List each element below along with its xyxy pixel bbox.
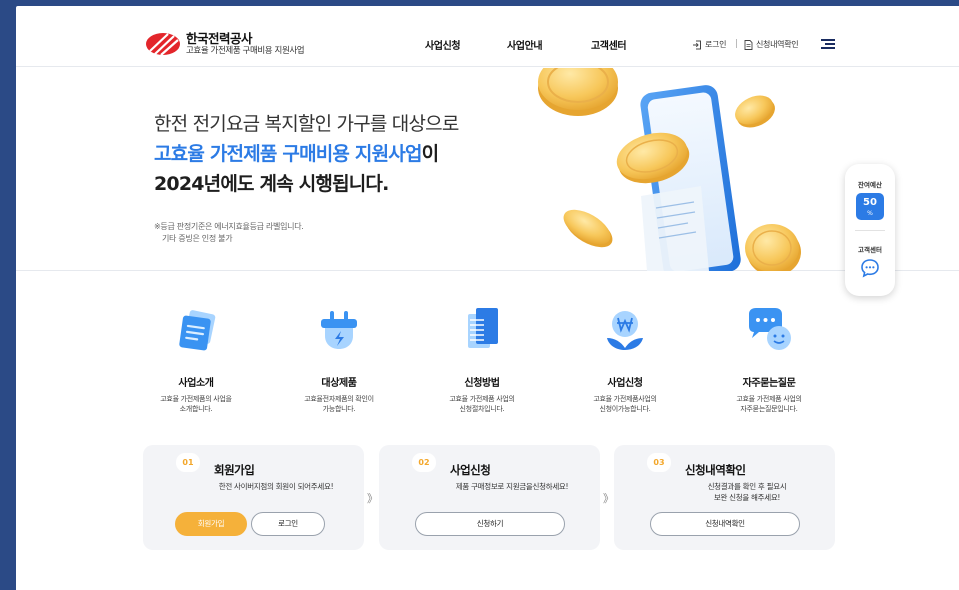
menu-title: 대상제품 <box>321 378 357 389</box>
hero-line1: 한전 전기요금 복지할인 가구를 대상으로 <box>154 113 459 135</box>
budget-unit: % <box>867 210 873 217</box>
step-desc: 신청결과를 확인 후 필요시 보완 신청을 해주세요! <box>707 482 787 502</box>
budget-value: 50 <box>863 197 877 208</box>
login-icon <box>693 40 701 49</box>
step-apply: 02 사업신청 제품 구매정보로 지원금을신청하세요! 신청하기 <box>379 445 600 550</box>
nav-support[interactable]: 고객센터 <box>591 37 627 52</box>
hero-line2-suffix: 이 <box>421 143 439 165</box>
history-label: 신청내역확인 <box>756 40 799 49</box>
menu-desc: 고효율 가전제품사업의 신청이가능합니다. <box>593 395 657 413</box>
history-button[interactable]: 신청내역확인 <box>650 512 800 536</box>
history-link[interactable]: 신청내역확인 <box>744 39 799 50</box>
apply-button[interactable]: 신청하기 <box>415 512 565 536</box>
util-divider <box>736 39 737 48</box>
document-icon <box>744 39 753 50</box>
budget-badge[interactable]: 50 % <box>856 193 884 220</box>
document-stack-icon <box>179 310 216 351</box>
logo-subtitle: 고효율 가전제품 구매비용 지원사업 <box>186 45 305 56</box>
menu-products[interactable]: 대상제품 고효율전자제품의 확인이 가능합니다. <box>284 302 394 414</box>
chat-bubbles-icon <box>749 308 791 350</box>
menu-method[interactable]: 신청방법 고효율 가전제품 사업의 신청절차입니다. <box>427 302 537 414</box>
hero-note1: ※등급 판정기준은 에너지효율등급 라벨입니다. <box>154 222 304 231</box>
menu-desc: 고효율 가전제품의 사업을 소개합니다. <box>160 395 232 413</box>
step-history: 03 신청내역확인 신청결과를 확인 후 필요시 보완 신청을 해주세요! 신청내… <box>614 445 835 550</box>
power-plug-icon <box>321 311 357 349</box>
step-signup: 01 회원가입 한전 사이버지점의 회원이 되어주세요! 회원가입 로그인 <box>143 445 364 550</box>
quick-side-panel: 잔여예산 50 % 고객센터 <box>845 164 895 296</box>
menu-title: 신청방법 <box>464 378 500 389</box>
step-desc: 제품 구매정보로 지원금을신청하세요! <box>455 482 569 491</box>
menu-icon[interactable] <box>821 39 835 49</box>
step-number: 03 <box>647 453 671 472</box>
book-icon <box>468 308 498 348</box>
step-desc: 한전 사이버지점의 회원이 되어주세요! <box>218 482 334 491</box>
hero-highlight: 고효율 가전제품 구매비용 지원사업 <box>154 143 422 165</box>
won-sprout-icon <box>607 311 643 350</box>
side-divider <box>855 230 885 231</box>
menu-faq[interactable]: 자주묻는질문 고효율 가전제품 사업의 자주묻는질문입니다. <box>714 302 824 414</box>
nav-apply[interactable]: 사업신청 <box>425 37 461 52</box>
menu-desc: 고효율 가전제품 사업의 자주묻는질문입니다. <box>736 395 802 413</box>
phone-coins-illustration <box>538 68 801 271</box>
menu-title: 사업신청 <box>607 378 643 389</box>
kepco-logo[interactable]: 한국전력공사 고효율 가전제품 구매비용 지원사업 <box>144 30 305 57</box>
chevron-right-icon: 》 <box>367 492 378 505</box>
chevron-right-icon: 》 <box>603 492 614 505</box>
hero-note2: 기타 증빙은 인정 불가 <box>162 234 233 243</box>
hero-banner: 한전 전기요금 복지할인 가구를 대상으로 고효율 가전제품 구매비용 지원사업… <box>16 68 959 271</box>
logo-title: 한국전력공사 <box>186 30 253 46</box>
step-title: 신청내역확인 <box>685 463 746 477</box>
menu-desc: 고효율 가전제품 사업의 신청절차입니다. <box>449 395 515 413</box>
support-label: 고객센터 <box>858 246 882 254</box>
step-number: 02 <box>412 453 436 472</box>
menu-title: 사업소개 <box>178 378 214 389</box>
login-button[interactable]: 로그인 <box>251 512 325 536</box>
nav-guide[interactable]: 사업안내 <box>507 37 543 52</box>
menu-intro[interactable]: 사업소개 고효율 가전제품의 사업을 소개합니다. <box>141 302 251 414</box>
step-title: 회원가입 <box>214 463 255 477</box>
chat-icon[interactable] <box>860 258 880 278</box>
signup-button[interactable]: 회원가입 <box>175 512 247 536</box>
kepco-logo-icon <box>146 33 180 56</box>
hero-line3: 2024년에도 계속 시행됩니다. <box>154 173 389 195</box>
login-label: 로그인 <box>705 40 727 49</box>
step-number: 01 <box>176 453 200 472</box>
budget-label: 잔여예산 <box>858 181 882 189</box>
menu-title: 자주묻는질문 <box>742 378 796 389</box>
page: 한국전력공사 고효율 가전제품 구매비용 지원사업 사업신청 사업안내 고객센터… <box>16 6 959 590</box>
site-header: 한국전력공사 고효율 가전제품 구매비용 지원사업 사업신청 사업안내 고객센터… <box>16 6 959 67</box>
step-title: 사업신청 <box>450 463 491 477</box>
menu-apply[interactable]: 사업신청 고효율 가전제품사업의 신청이가능합니다. <box>570 302 680 414</box>
login-link[interactable]: 로그인 <box>692 39 726 50</box>
menu-desc: 고효율전자제품의 확인이 가능합니다. <box>304 395 374 413</box>
hero-line2: 고효율 가전제품 구매비용 지원사업이 <box>154 139 439 166</box>
